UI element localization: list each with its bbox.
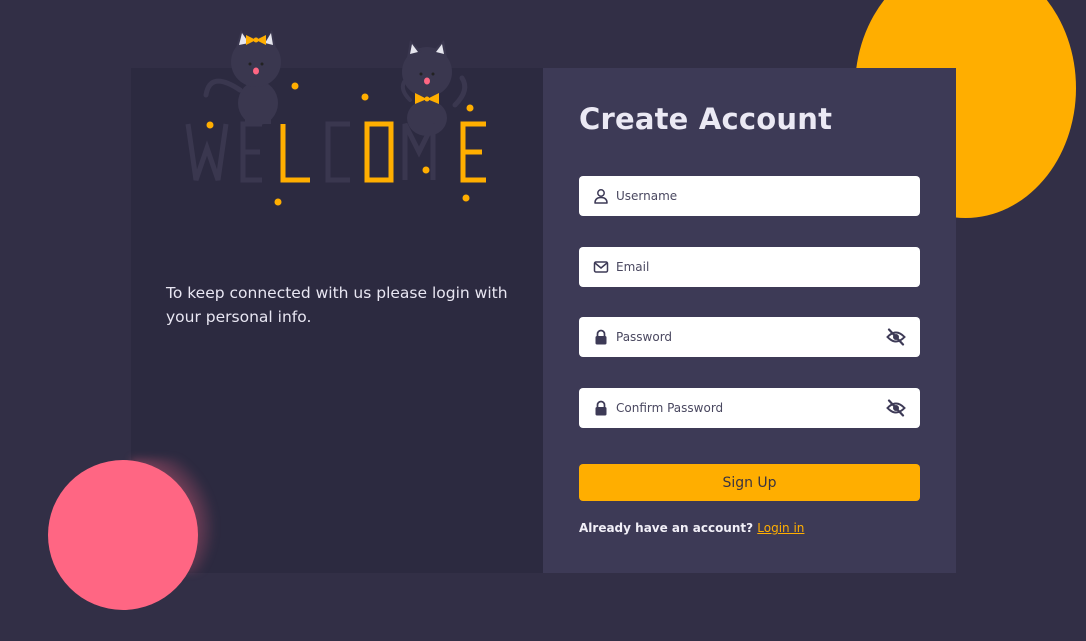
lock-icon (595, 400, 607, 416)
user-icon (594, 189, 608, 204)
sign-up-button[interactable]: Sign Up (579, 464, 920, 501)
password-field[interactable] (579, 317, 920, 357)
cat-right-illustration (400, 40, 468, 136)
confirm-password-field[interactable] (579, 388, 920, 428)
decorative-pink-circle (48, 460, 198, 610)
password-input[interactable] (616, 317, 876, 357)
username-field[interactable] (579, 176, 920, 216)
login-prompt: Already have an account? Login in (579, 521, 804, 535)
email-field[interactable] (579, 247, 920, 287)
welcome-illustration (185, 30, 486, 206)
welcome-tagline: To keep connected with us please login w… (166, 284, 508, 326)
confirm-password-input[interactable] (616, 388, 876, 428)
eye-slash-icon[interactable] (886, 328, 906, 346)
cat-left-illustration (203, 30, 281, 125)
login-link[interactable]: Login in (757, 521, 804, 535)
welcome-letters (185, 121, 486, 183)
form-title: Create Account (579, 102, 833, 136)
email-input[interactable] (616, 247, 876, 287)
lock-icon (595, 329, 607, 345)
envelope-icon (593, 261, 609, 273)
login-prompt-text: Already have an account? (579, 521, 754, 535)
username-input[interactable] (616, 176, 876, 216)
eye-slash-icon[interactable] (886, 399, 906, 417)
